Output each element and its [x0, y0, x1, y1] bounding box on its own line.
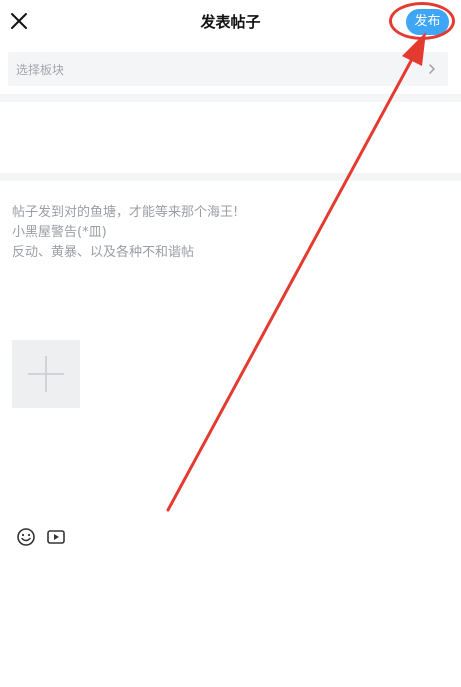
section-divider: [0, 173, 461, 181]
emoji-icon: [17, 528, 35, 546]
post-editor-page: 发表帖子 发布 选择板块 帖子发到对的鱼塘，才能等来那个海王! 小黑屋警告(*皿…: [0, 0, 461, 687]
close-button[interactable]: [8, 10, 30, 32]
header-bar: 发表帖子 发布: [0, 0, 461, 44]
add-image-button[interactable]: [12, 340, 80, 408]
chevron-right-icon: [429, 64, 435, 74]
page-title: 发表帖子: [200, 13, 261, 31]
board-selector[interactable]: 选择板块: [8, 52, 448, 86]
content-placeholder-line: 小黑屋警告(*皿): [12, 225, 107, 240]
video-icon: [47, 530, 65, 544]
video-button[interactable]: [46, 527, 66, 547]
publish-button[interactable]: 发布: [406, 9, 449, 35]
content-placeholder-line: 帖子发到对的鱼塘，才能等来那个海王!: [12, 205, 239, 220]
post-title-input[interactable]: [0, 102, 461, 172]
content-placeholder-line: 反动、黄暴、以及各种不和谐帖: [12, 245, 195, 260]
board-selector-placeholder: 选择板块: [16, 63, 65, 77]
plus-icon: [28, 356, 64, 392]
close-icon: [11, 13, 27, 29]
emoji-button[interactable]: [16, 527, 36, 547]
post-content-input[interactable]: 帖子发到对的鱼塘，才能等来那个海王! 小黑屋警告(*皿) 反动、黄暴、以及各种不…: [0, 181, 461, 331]
section-divider: [0, 94, 461, 102]
